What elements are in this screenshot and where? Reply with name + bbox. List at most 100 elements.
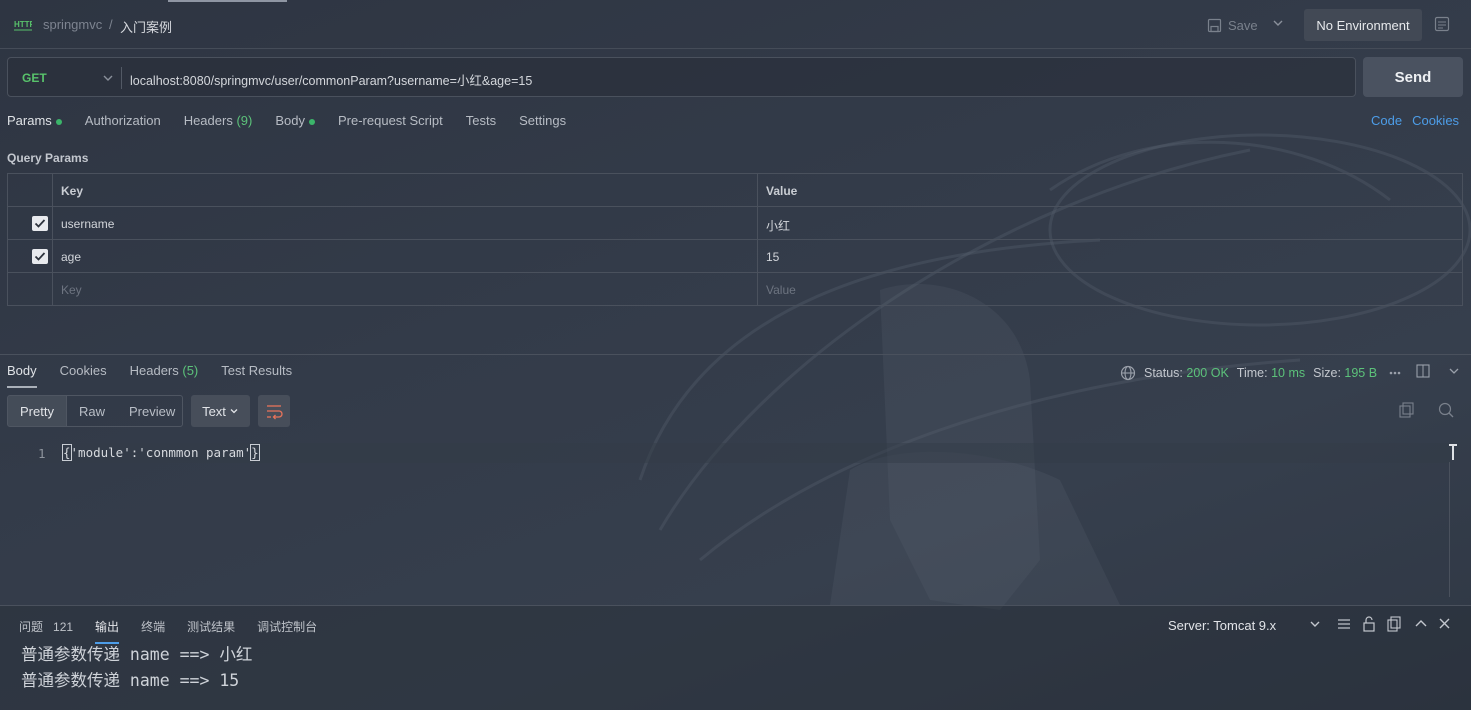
method-chevron-down-icon[interactable] [102,72,114,84]
status-value[interactable]: 200 OK [1186,366,1228,380]
param-value[interactable]: 小红 [766,217,790,234]
tab-headers-label: Headers [183,113,233,128]
key-column-header: Key [61,184,84,198]
request-tabs: Params Authorization Headers (9) Body Pr… [7,113,589,135]
code-links: Code Cookies [1371,113,1469,128]
problems-count: 121 [53,620,74,634]
tab-body[interactable]: Body [275,113,315,135]
value-column-header: Value [766,184,798,198]
age-checkbox[interactable] [32,249,48,264]
param-value[interactable]: 15 [766,250,779,264]
response-action-icons [1399,402,1454,418]
copy-icon[interactable] [1399,402,1414,418]
checkbox-column-header [8,174,53,206]
active-tab-indicator [168,0,287,2]
breadcrumb-workspace[interactable]: springmvc [43,17,102,32]
tab-debug-console[interactable]: 调试控制台 [257,618,317,635]
open-brace: { [62,444,72,461]
tab-test-results[interactable]: 测试结果 [187,618,235,635]
tab-authorization[interactable]: Authorization [85,113,161,135]
output-channel-select[interactable]: Server: Tomcat 9.x [1158,613,1328,637]
send-button[interactable]: Send [1363,57,1463,97]
background-illustration [638,133,1471,610]
request-response-divider[interactable] [0,354,1471,355]
tab-settings[interactable]: Settings [519,113,566,135]
more-options-icon[interactable] [1389,371,1401,375]
new-key-input[interactable]: Key [61,283,82,297]
lock-scroll-icon[interactable] [1363,616,1375,632]
time-value[interactable]: 10 ms [1271,366,1305,380]
http-method-select[interactable]: GET [22,71,47,85]
response-tab-body[interactable]: Body [7,363,37,388]
scroll-position-marker[interactable] [1449,444,1457,460]
globe-icon[interactable] [1120,365,1136,381]
body-active-dot [308,118,315,125]
editor-scrollbar[interactable] [1449,462,1450,597]
output-channel-chevron-down-icon[interactable] [1309,618,1321,630]
pretty-view-button[interactable]: Pretty [8,396,67,426]
column-divider [757,273,758,306]
breadcrumb-separator: / [109,17,113,32]
save-button[interactable]: Save [1207,15,1258,35]
tab-body-label: Body [275,113,305,128]
table-row-empty: Key Value [8,273,1462,306]
environment-quick-look-icon[interactable] [1434,16,1450,32]
format-chevron-down-icon [230,409,238,414]
code-link[interactable]: Code [1371,113,1402,128]
maximize-panel-chevron-up-icon[interactable] [1415,620,1427,627]
response-body-text: 'module':'conmmon param' [70,445,252,460]
search-icon[interactable] [1438,402,1454,418]
new-value-input[interactable]: Value [766,283,796,297]
tab-terminal[interactable]: 终端 [141,618,165,635]
table-header-row: Key Value [8,174,1462,207]
cookies-link[interactable]: Cookies [1412,113,1459,128]
save-options-chevron-icon[interactable] [1272,17,1284,29]
query-params-title: Query Params [7,151,89,165]
status-label: Status: [1144,366,1183,380]
response-view-modes: Pretty Raw Preview [7,395,183,427]
output-panel-actions [1338,616,1450,632]
collapse-chevron-icon[interactable] [1449,368,1459,374]
output-console[interactable]: 普通参数传递 name ==> 小红 普通参数传递 name ==> 15 [21,642,252,694]
output-panel-tabs: 问题 121 输出 终端 测试结果 调试控制台 [19,618,339,644]
line-number: 1 [38,446,46,461]
response-tab-headers[interactable]: Headers (5) [130,363,199,378]
row-checkbox-cell [8,240,53,272]
params-active-dot [55,118,62,125]
layout-toggle-icon[interactable] [1416,364,1430,378]
table-row: age 15 [8,240,1462,273]
url-input[interactable]: localhost:8080/springmvc/user/commonPara… [130,70,532,89]
open-in-editor-icon[interactable] [1387,616,1401,632]
response-tab-test-results[interactable]: Test Results [221,363,292,378]
environment-selector[interactable]: No Environment [1304,9,1422,41]
format-select-label: Text [202,403,226,419]
row-checkbox-cell [8,273,53,306]
param-key[interactable]: username [61,217,114,231]
response-headers-count: (5) [182,363,199,378]
tab-headers[interactable]: Headers (9) [184,113,253,135]
url-divider [121,67,122,89]
tab-output[interactable]: 输出 [95,618,120,644]
table-row: username 小红 [8,207,1462,240]
tab-prerequest-script[interactable]: Pre-request Script [338,113,443,135]
tab-params[interactable]: Params [7,113,62,135]
request-name[interactable]: 入门案例 [120,17,172,36]
wrap-lines-button[interactable] [258,395,290,427]
username-checkbox[interactable] [32,216,48,231]
close-brace: } [250,444,260,461]
response-status-bar: Status: 200 OK Time: 10 ms Size: 195 B [1120,365,1377,381]
format-select[interactable]: Text [191,395,250,427]
clear-output-icon[interactable] [1338,619,1350,629]
wrap-lines-icon [267,405,283,420]
preview-view-button[interactable]: Preview [117,396,187,426]
top-bar: HTTP springmvc / 入门案例 Save No Environmen… [0,0,1471,49]
response-body-code[interactable]: {'module':'conmmon param'} [62,444,260,461]
param-key[interactable]: age [61,250,81,264]
size-value[interactable]: 195 B [1344,366,1377,380]
response-tab-cookies[interactable]: Cookies [60,363,107,378]
close-panel-icon[interactable] [1439,618,1450,629]
checkmark-icon [34,219,46,228]
tab-tests[interactable]: Tests [466,113,496,135]
tab-problems[interactable]: 问题 121 [19,618,73,635]
raw-view-button[interactable]: Raw [67,396,117,426]
